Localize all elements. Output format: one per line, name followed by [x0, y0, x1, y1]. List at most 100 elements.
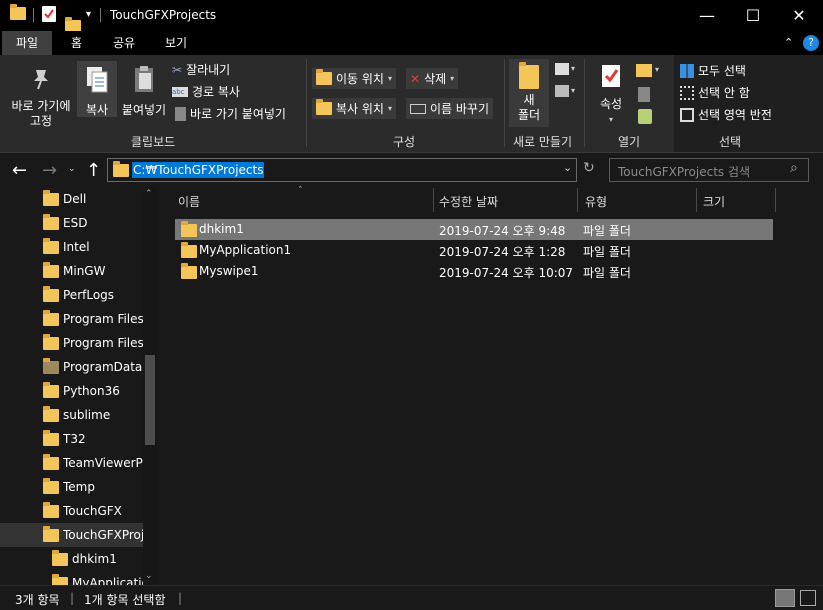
- scroll-up-icon[interactable]: ⌃: [145, 189, 153, 199]
- tab-share[interactable]: 공유: [99, 31, 149, 55]
- tree-item[interactable]: T32: [0, 427, 145, 451]
- file-row-selected[interactable]: dhkim1 2019-07-24 오후 9:48 파일 폴더: [175, 219, 773, 240]
- column-modified[interactable]: 수정한 날짜: [439, 193, 498, 210]
- tree-item[interactable]: PerfLogs: [0, 283, 145, 307]
- divider: [696, 188, 697, 212]
- ribbon: 바로 가기에 고정 복사 붙여넣기 ✂ 잘라내기 abc 경로 복사 바로 가기 붙…: [0, 55, 823, 153]
- cut-button[interactable]: ✂ 잘라내기: [172, 61, 230, 78]
- tree-item[interactable]: Program Files: [0, 307, 145, 331]
- divider: [100, 8, 101, 22]
- tree-item-selected[interactable]: TouchGFXProje: [0, 523, 145, 547]
- minimize-button[interactable]: —: [684, 0, 730, 31]
- tree-item[interactable]: MinGW: [0, 259, 145, 283]
- tab-file[interactable]: 파일: [2, 31, 53, 55]
- folder-icon: [43, 381, 59, 398]
- tree-scrollbar-thumb[interactable]: [145, 355, 155, 445]
- back-icon[interactable]: ←: [12, 160, 27, 181]
- tree-item[interactable]: TeamViewerPo: [0, 451, 145, 475]
- folder-icon: [181, 242, 197, 258]
- history-icon[interactable]: [638, 109, 652, 124]
- tree-item[interactable]: MyApplicatio: [0, 571, 145, 585]
- tree-item-label: Program Files: [63, 336, 144, 350]
- tree-item[interactable]: Program Files: [0, 331, 145, 355]
- copy-to-button[interactable]: 복사 위치 ▾: [312, 98, 396, 119]
- tree-item[interactable]: sublime: [0, 403, 145, 427]
- refresh-icon[interactable]: ↻: [583, 160, 595, 176]
- file-row[interactable]: Myswipe1 2019-07-24 오후 10:07 파일 폴더: [175, 261, 773, 282]
- new-group-label: 새로 만들기: [513, 135, 573, 149]
- open-icon[interactable]: [636, 64, 652, 77]
- tree-item[interactable]: Dell: [0, 187, 145, 211]
- delete-label: 삭제: [424, 72, 447, 86]
- divider: |: [70, 591, 75, 605]
- up-icon[interactable]: ↑: [86, 160, 101, 181]
- recent-locations-icon[interactable]: ⌄: [68, 164, 76, 174]
- properties-icon[interactable]: [42, 6, 56, 22]
- details-view-icon[interactable]: [775, 589, 795, 607]
- tree-item[interactable]: ESD: [0, 211, 145, 235]
- tree-item-label: Intel: [63, 240, 90, 254]
- rename-icon: [410, 103, 426, 114]
- large-icons-view-icon[interactable]: [800, 590, 816, 606]
- properties-button[interactable]: 속성 ▾: [593, 63, 629, 127]
- paste-shortcut-button[interactable]: 바로 가기 붙여넣기: [175, 105, 286, 122]
- column-name[interactable]: 이름: [178, 193, 200, 210]
- column-type[interactable]: 유형: [585, 193, 607, 210]
- folder-icon: [43, 261, 59, 278]
- divider: |: [178, 591, 183, 605]
- file-type: 파일 폴더: [583, 224, 631, 238]
- help-icon[interactable]: ?: [803, 35, 819, 51]
- edit-icon[interactable]: [638, 87, 650, 102]
- tab-home[interactable]: 홈: [57, 31, 96, 55]
- tree-item[interactable]: Python36: [0, 379, 145, 403]
- copy-button[interactable]: 복사: [77, 61, 117, 117]
- title-bar: ▾ TouchGFXProjects — ☐ ✕: [0, 0, 823, 33]
- scissors-icon: ✂: [172, 62, 183, 77]
- tree-item-label: ESD: [63, 216, 88, 230]
- forward-icon[interactable]: →: [42, 160, 57, 181]
- new-item-icon[interactable]: [555, 63, 569, 75]
- item-count: 3개 항목: [15, 593, 60, 607]
- tree-item[interactable]: TouchGFX: [0, 499, 145, 523]
- customize-dropdown-icon[interactable]: ▾: [86, 9, 91, 20]
- copy-path-button[interactable]: abc 경로 복사: [172, 83, 240, 100]
- address-path[interactable]: C:₩TouchGFXProjects: [132, 162, 265, 178]
- tree-item-label: ProgramData: [63, 360, 143, 374]
- invert-selection-label: 선택 영역 반전: [698, 108, 772, 122]
- rename-button[interactable]: 이름 바꾸기: [406, 98, 494, 119]
- maximize-button[interactable]: ☐: [730, 0, 776, 31]
- folder-icon: [43, 453, 59, 470]
- paste-shortcut-icon: [175, 106, 186, 121]
- invert-selection-button[interactable]: 선택 영역 반전: [680, 106, 772, 123]
- folder-icon: [43, 429, 59, 446]
- folder-icon: [43, 525, 59, 542]
- scroll-down-icon[interactable]: ⌄: [145, 571, 153, 581]
- pin-quick-access-button[interactable]: 바로 가기에 고정: [6, 67, 76, 129]
- delete-button[interactable]: ✕ 삭제 ▾: [406, 68, 459, 89]
- select-all-label: 모두 선택: [698, 64, 746, 78]
- easy-access-icon[interactable]: [555, 85, 569, 97]
- file-row[interactable]: MyApplication1 2019-07-24 오후 1:28 파일 폴더: [175, 240, 773, 261]
- tree-item[interactable]: Intel: [0, 235, 145, 259]
- collapse-ribbon-icon[interactable]: ⌃: [784, 36, 793, 49]
- window-title: TouchGFXProjects: [110, 8, 217, 22]
- dropdown-icon: ▾: [387, 74, 392, 83]
- file-name: dhkim1: [199, 222, 244, 236]
- organize-group-label: 구성: [393, 135, 416, 149]
- tree-item[interactable]: Temp: [0, 475, 145, 499]
- close-button[interactable]: ✕: [776, 0, 822, 31]
- select-all-button[interactable]: 모두 선택: [680, 62, 746, 79]
- tree-item[interactable]: dhkim1: [0, 547, 145, 571]
- move-to-button[interactable]: 이동 위치 ▾: [312, 68, 396, 89]
- selected-count: 1개 항목 선택함: [84, 593, 166, 607]
- tab-view[interactable]: 보기: [151, 31, 201, 55]
- dropdown-icon: ▾: [571, 86, 576, 95]
- address-dropdown-icon[interactable]: ⌄: [563, 161, 572, 174]
- properties-label: 속성: [599, 97, 623, 111]
- column-size[interactable]: 크기: [703, 193, 725, 210]
- select-none-button[interactable]: 선택 안 함: [680, 84, 750, 101]
- open-group-label: 열기: [618, 135, 641, 149]
- paste-button[interactable]: 붙여넣기: [120, 65, 168, 118]
- new-folder-button[interactable]: 새 폴더: [509, 59, 549, 127]
- tree-item[interactable]: ProgramData: [0, 355, 145, 379]
